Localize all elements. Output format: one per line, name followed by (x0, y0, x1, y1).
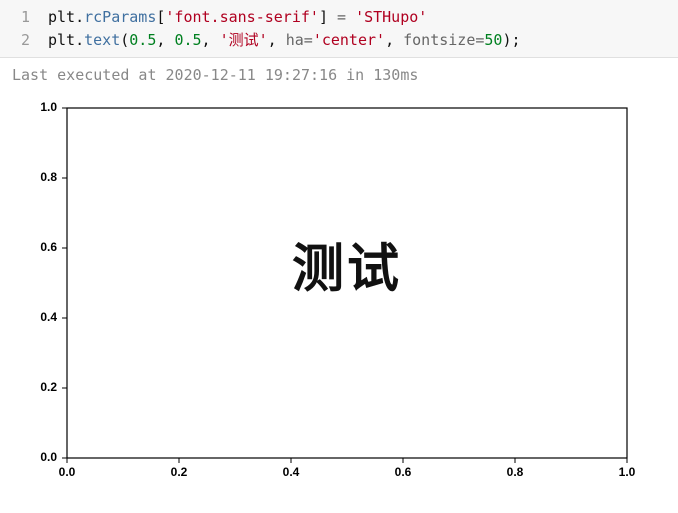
code-line: plt.text(0.5, 0.5, '测试', ha='center', fo… (48, 29, 521, 52)
ytick-label: 0.8 (40, 170, 57, 184)
code-content[interactable]: plt.rcParams['font.sans-serif'] = 'STHup… (40, 0, 531, 57)
code-token: plt (48, 31, 75, 49)
plot-output: 0.0 0.2 0.4 0.6 0.8 1.0 0.0 0.2 0.4 (0, 88, 678, 503)
plot-annotation: 测试 (292, 241, 402, 299)
execution-status: Last executed at 2020-12-11 19:27:16 in … (0, 58, 678, 88)
code-token: 0.5 (129, 31, 156, 49)
xtick-label: 0.2 (171, 465, 188, 479)
code-token: = (304, 31, 313, 49)
code-token: . (75, 8, 84, 26)
code-token: , (156, 31, 174, 49)
code-token: ) (502, 31, 511, 49)
code-token: , (385, 31, 403, 49)
code-token: 0.5 (174, 31, 201, 49)
code-token: ( (120, 31, 129, 49)
code-token: 50 (484, 31, 502, 49)
ytick-label: 1.0 (40, 100, 57, 114)
ytick-label: 0.4 (40, 310, 57, 324)
code-token: , (202, 31, 220, 49)
xtick-label: 0.6 (395, 465, 412, 479)
xtick-label: 1.0 (619, 465, 636, 479)
x-axis: 0.0 0.2 0.4 0.6 0.8 1.0 (59, 458, 636, 479)
code-token: . (75, 31, 84, 49)
code-token: ] (319, 8, 328, 26)
ytick-label: 0.2 (40, 380, 57, 394)
line-gutter: 1 2 (0, 0, 40, 57)
ytick-label: 0.6 (40, 240, 57, 254)
code-token: '测试' (220, 31, 268, 49)
code-token: 'center' (313, 31, 385, 49)
line-number: 1 (16, 6, 30, 29)
code-token: , (268, 31, 286, 49)
code-token: rcParams (84, 8, 156, 26)
code-token: 'font.sans-serif' (165, 8, 319, 26)
plot-svg: 0.0 0.2 0.4 0.6 0.8 1.0 0.0 0.2 0.4 (12, 96, 642, 491)
code-cell[interactable]: 1 2 plt.rcParams['font.sans-serif'] = 'S… (0, 0, 678, 58)
code-token: ; (512, 31, 521, 49)
code-token: ha (286, 31, 304, 49)
code-token: plt (48, 8, 75, 26)
code-token: text (84, 31, 120, 49)
xtick-label: 0.0 (59, 465, 76, 479)
y-axis: 0.0 0.2 0.4 0.6 0.8 1.0 (40, 100, 67, 464)
xtick-label: 0.8 (507, 465, 524, 479)
line-number: 2 (16, 29, 30, 52)
code-token: fontsize (403, 31, 475, 49)
xtick-label: 0.4 (283, 465, 300, 479)
code-line: plt.rcParams['font.sans-serif'] = 'STHup… (48, 6, 521, 29)
ytick-label: 0.0 (40, 450, 57, 464)
code-token: 'STHupo' (355, 8, 427, 26)
code-token: = (328, 8, 355, 26)
